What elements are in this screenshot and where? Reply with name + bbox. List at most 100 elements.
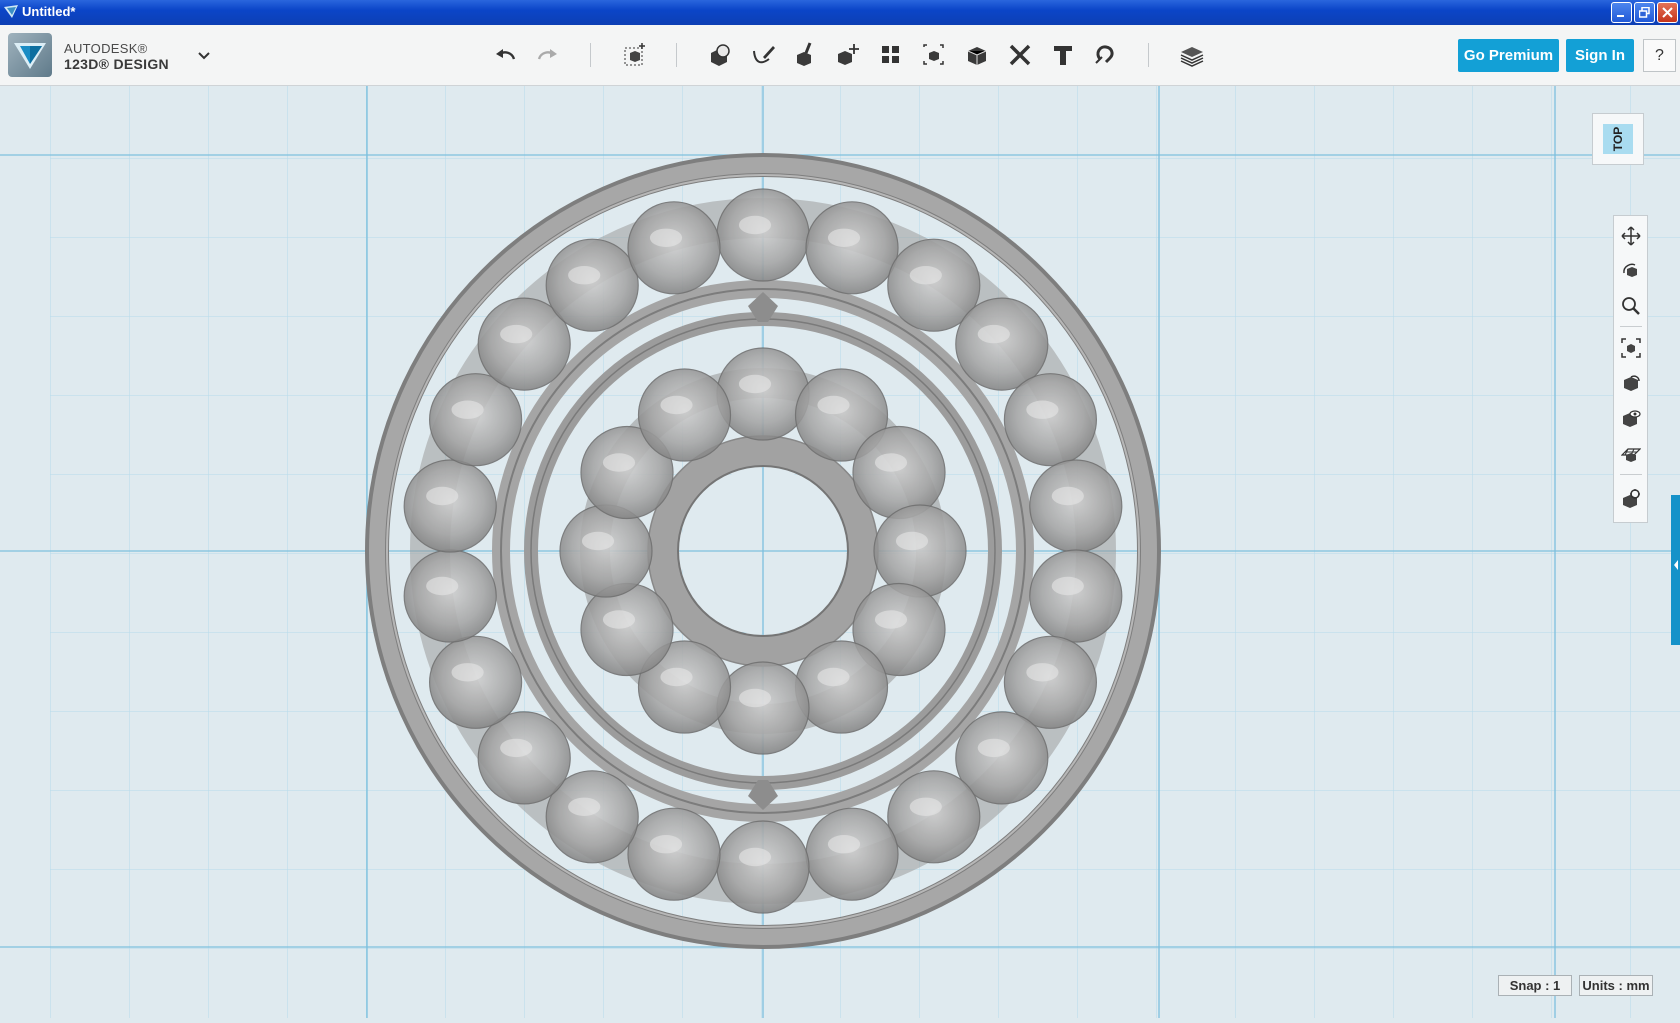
bearing-ball: [805, 201, 899, 295]
nav-divider: [1620, 326, 1642, 327]
bearing-ball: [805, 807, 899, 901]
sketch-icon[interactable]: [749, 41, 777, 69]
ball-highlight: [874, 453, 908, 472]
grid-material-icon[interactable]: [1621, 443, 1641, 463]
bearing-ball: [716, 188, 810, 282]
bearing-ball: [716, 347, 810, 441]
ball-highlight: [827, 835, 861, 854]
ball-highlight: [827, 228, 861, 247]
ball-highlight: [874, 610, 908, 629]
ball-highlight: [568, 797, 601, 816]
ball-highlight: [500, 324, 533, 344]
bearing-ball: [1029, 459, 1123, 553]
bearing-ball: [716, 661, 810, 755]
ball-highlight: [602, 453, 636, 472]
bearing-ball: [873, 504, 967, 598]
group-icon[interactable]: [920, 41, 948, 69]
minimize-button[interactable]: [1611, 2, 1632, 23]
bearing-ball: [1003, 373, 1098, 467]
window-title: Untitled*: [22, 4, 76, 19]
brand-product: 123D® DESIGN: [64, 56, 169, 72]
bearing-ball: [429, 635, 523, 729]
ball-highlight: [738, 847, 772, 867]
ball-highlight: [568, 266, 601, 285]
close-button[interactable]: [1657, 2, 1678, 23]
snap-setting[interactable]: Snap : 1: [1498, 975, 1572, 996]
ball-highlight: [581, 531, 615, 551]
restore-icon: [1639, 7, 1650, 18]
maximize-button[interactable]: [1634, 2, 1655, 23]
viewport-canvas[interactable]: [0, 86, 1680, 1018]
ball-highlight: [895, 531, 929, 551]
zoom-icon[interactable]: [1621, 296, 1641, 316]
ball-highlight: [649, 228, 683, 247]
3d-viewport[interactable]: [0, 86, 1680, 1018]
text-icon[interactable]: [1049, 41, 1077, 69]
ball-highlight: [817, 667, 850, 687]
ball-highlight: [1026, 400, 1059, 419]
fit-icon[interactable]: [1621, 338, 1641, 358]
ball-highlight: [451, 400, 484, 419]
pattern-icon[interactable]: [877, 41, 905, 69]
ball-highlight: [426, 486, 459, 506]
combine-icon[interactable]: [963, 41, 991, 69]
primitives-icon[interactable]: [706, 41, 734, 69]
ball-highlight: [1051, 576, 1084, 596]
toolbar-divider: [1148, 43, 1149, 67]
bearing-ball: [852, 425, 946, 520]
ball-highlight: [660, 667, 693, 687]
perspective-icon[interactable]: [1621, 373, 1641, 393]
orbit-icon[interactable]: [1621, 261, 1641, 281]
bearing-model[interactable]: [365, 153, 1161, 949]
ball-highlight: [660, 395, 693, 415]
ball-highlight: [1026, 663, 1059, 682]
ball-highlight: [909, 797, 942, 816]
brand-autodesk: AUTODESK®: [64, 41, 148, 56]
minimize-icon: [1617, 15, 1624, 17]
ball-highlight: [817, 395, 850, 415]
panel-toggle-tab[interactable]: [1671, 495, 1680, 645]
modify-icon[interactable]: [834, 41, 862, 69]
settings-icon[interactable]: [1621, 488, 1641, 508]
viewcube[interactable]: TOP: [1592, 113, 1644, 165]
bearing-ball: [887, 770, 981, 864]
app-icon: [4, 5, 18, 18]
bearing-ball: [559, 504, 653, 598]
help-button[interactable]: ?: [1643, 39, 1676, 72]
sign-in-button[interactable]: Sign In: [1566, 39, 1634, 72]
redo-icon[interactable]: [533, 41, 561, 69]
app-menu-button[interactable]: [8, 33, 52, 77]
chevron-left-icon: [1674, 560, 1678, 570]
ball-highlight: [738, 374, 772, 394]
pan-icon[interactable]: [1621, 226, 1641, 246]
bearing-ball: [637, 368, 732, 462]
units-setting[interactable]: Units : mm: [1579, 975, 1653, 996]
bearing-ball: [545, 238, 639, 332]
transform-icon[interactable]: [621, 41, 649, 69]
snap-icon[interactable]: [1092, 41, 1120, 69]
go-premium-button[interactable]: Go Premium: [1458, 39, 1559, 72]
nav-divider: [1620, 474, 1642, 475]
materials-icon[interactable]: [1178, 41, 1206, 69]
bearing-ball: [403, 549, 497, 643]
ball-highlight: [602, 610, 636, 629]
viewcube-label: TOP: [1610, 126, 1625, 152]
toolbar-divider: [676, 43, 677, 67]
viewcube-top-face[interactable]: TOP: [1603, 124, 1633, 154]
visibility-icon[interactable]: [1621, 408, 1641, 428]
ball-highlight: [977, 324, 1010, 344]
undo-icon[interactable]: [492, 41, 520, 69]
measure-icon[interactable]: [1006, 41, 1034, 69]
ball-highlight: [1051, 486, 1084, 506]
ball-highlight: [451, 663, 484, 682]
bearing-ball: [403, 459, 497, 553]
bearing-ball: [627, 807, 721, 901]
chevron-down-icon[interactable]: [196, 49, 212, 61]
bearing-ball: [716, 820, 810, 914]
ball-highlight: [500, 738, 533, 758]
ball-highlight: [426, 576, 459, 596]
ball-highlight: [977, 738, 1010, 758]
bearing-ball: [627, 201, 721, 295]
construct-icon[interactable]: [791, 41, 819, 69]
ball-highlight: [909, 266, 942, 285]
